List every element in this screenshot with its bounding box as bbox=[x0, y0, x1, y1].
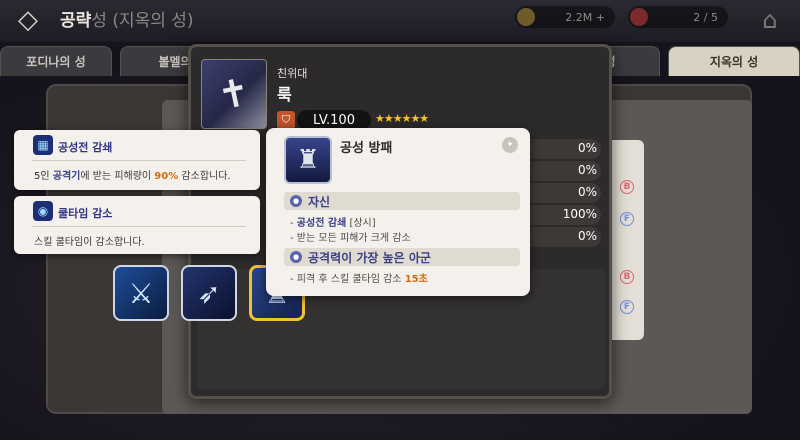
front-row-mark: F bbox=[620, 300, 634, 314]
tooltip-title: 쿨타임 감소 bbox=[58, 207, 113, 220]
skill-slot-1[interactable]: ⚔ bbox=[113, 265, 169, 321]
spear-thrust-icon: ➶ bbox=[197, 276, 221, 310]
body-part: 에 받는 피해량이 bbox=[80, 171, 155, 182]
back-arrow-icon[interactable]: ◇ bbox=[6, 2, 50, 38]
currency-gold-value: 2.2M + bbox=[565, 10, 605, 24]
castle-shield-icon: ♜ bbox=[284, 136, 332, 184]
stat-value: 0% bbox=[577, 229, 597, 243]
section-self-line1: - 공성전 감쇄 [상시] bbox=[290, 214, 376, 229]
currency-ticket-value: 2 / 5 bbox=[693, 10, 718, 24]
character-stars: ★★★★★★ bbox=[375, 112, 429, 125]
tooltip-body: 스킬 쿨타임이 감소합니다. bbox=[34, 237, 145, 248]
section-ally-line1: - 피격 후 스킬 쿨타임 감소 15초 bbox=[290, 270, 428, 285]
currency-ticket[interactable]: 2 / 5 bbox=[628, 6, 728, 28]
section-self: ● 자신 bbox=[284, 192, 520, 210]
line-highlight: 15초 bbox=[404, 274, 428, 285]
cross-emblem-icon: ✝ bbox=[213, 69, 255, 119]
line-highlight: 공성전 감쇄 bbox=[296, 218, 347, 229]
shield-class-icon: ⛉ bbox=[277, 111, 295, 129]
tab-hell-castle[interactable]: 지옥의 성 bbox=[668, 46, 800, 76]
section-self-line2: - 받는 모든 피해가 크게 감소 bbox=[290, 233, 411, 244]
character-portrait: ✝ bbox=[201, 59, 267, 129]
body-part: 감소합니다. bbox=[178, 171, 231, 182]
currency-gold[interactable]: 2.2M + bbox=[515, 6, 615, 28]
character-name: 룩 bbox=[277, 85, 292, 104]
line-prefix: - bbox=[290, 218, 297, 229]
back-row-mark: B bbox=[620, 180, 634, 194]
cooldown-icon: ◉ bbox=[33, 201, 53, 221]
divider bbox=[32, 226, 246, 227]
stat-value: 100% bbox=[562, 207, 597, 221]
body-highlight: 90% bbox=[154, 171, 179, 182]
body-highlight: 공격기 bbox=[52, 171, 81, 182]
character-level: LV.100 bbox=[297, 110, 371, 130]
character-class: 친위대 bbox=[277, 67, 308, 80]
ticket-icon bbox=[630, 8, 648, 26]
divider bbox=[32, 160, 246, 161]
tooltip-cooldown-reduction: ◉ 쿨타임 감소 스킬 쿨타임이 감소합니다. bbox=[14, 196, 260, 254]
back-row-mark: B bbox=[620, 270, 634, 284]
screen-title: 공략성 (지옥의 성) bbox=[60, 6, 194, 31]
home-icon[interactable]: ⌂ bbox=[746, 2, 794, 38]
section-ally-title: 공격력이 가장 높은 아군 bbox=[308, 250, 431, 265]
line-suffix: [상시] bbox=[346, 218, 376, 229]
stat-value: 0% bbox=[577, 163, 597, 177]
sword-slash-icon: ⚔ bbox=[128, 276, 154, 310]
bullet-icon: ● bbox=[290, 251, 302, 263]
bullet-icon: ● bbox=[290, 195, 302, 207]
section-self-title: 자신 bbox=[308, 194, 331, 209]
tooltip-siege-reduction: ▦ 공성전 감쇄 5인 공격기에 받는 피해량이 90% 감소합니다. bbox=[14, 130, 260, 190]
tooltip-title: 공성전 감쇄 bbox=[58, 141, 113, 154]
stat-value: 0% bbox=[577, 185, 597, 199]
skill-detail-popup: ♜ 공성 방패 ✦ ● 자신 - 공성전 감쇄 [상시] - 받는 모든 피해가… bbox=[266, 128, 530, 296]
section-ally: ● 공격력이 가장 높은 아군 bbox=[284, 248, 520, 266]
skill-title: 공성 방패 bbox=[340, 141, 393, 156]
body-part: 5인 bbox=[34, 171, 53, 182]
screen-title-faded: 성 (지옥의 성) bbox=[91, 11, 194, 31]
screen-title-prefix: 공략 bbox=[60, 11, 92, 31]
tab-fodina-castle[interactable]: 포디나의 성 bbox=[0, 46, 112, 76]
line-prefix: - 피격 후 스킬 쿨타임 감소 bbox=[290, 274, 405, 285]
grid-shield-icon: ▦ bbox=[33, 135, 53, 155]
info-icon[interactable]: ✦ bbox=[502, 137, 518, 153]
stat-value: 0% bbox=[577, 141, 597, 155]
front-row-mark: F bbox=[620, 212, 634, 226]
tooltip-body: 5인 공격기에 받는 피해량이 90% 감소합니다. bbox=[34, 167, 231, 182]
skill-slot-2[interactable]: ➶ bbox=[181, 265, 237, 321]
coin-icon bbox=[517, 8, 535, 26]
